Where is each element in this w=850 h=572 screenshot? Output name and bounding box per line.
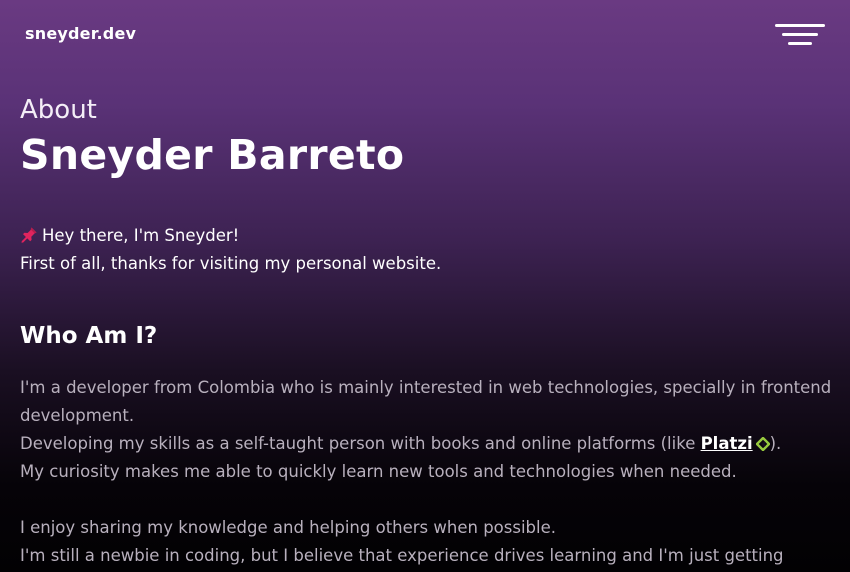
page-title: Sneyder Barreto	[20, 131, 405, 179]
platzi-sentence-prefix: Developing my skills as a self-taught pe…	[20, 434, 701, 453]
platzi-link[interactable]: Platzi	[701, 434, 753, 453]
site-logo-link[interactable]: sneyder.dev	[25, 24, 136, 43]
who-text-line-6: I'm still a newbie in coding, but I beli…	[20, 546, 784, 565]
intro-paragraph: Hey there, I'm Sneyder! First of all, th…	[20, 222, 830, 278]
platzi-icon	[755, 432, 770, 452]
who-am-i-body: I'm a developer from Colombia who is mai…	[20, 374, 832, 570]
who-am-i-heading: Who Am I?	[20, 323, 158, 349]
menu-line-bottom	[788, 42, 812, 45]
thanks-text: First of all, thanks for visiting my per…	[20, 254, 442, 273]
pushpin-icon	[20, 222, 38, 250]
who-text-line-5: I enjoy sharing my knowledge and helping…	[20, 518, 557, 537]
hamburger-menu-button[interactable]	[772, 20, 828, 50]
greeting-line: Hey there, I'm Sneyder!	[20, 222, 830, 250]
who-text-line-1: I'm a developer from Colombia who is mai…	[20, 378, 832, 397]
who-text-line-3: Developing my skills as a self-taught pe…	[20, 430, 830, 458]
top-navbar: sneyder.dev	[0, 0, 850, 72]
page-kicker: About	[20, 95, 97, 125]
menu-line-top	[775, 24, 825, 27]
who-text-line-4: My curiosity makes me able to quickly le…	[20, 462, 737, 481]
about-content: About Sneyder Barreto Hey there, I'm Sne…	[20, 92, 832, 570]
platzi-sentence-suffix: ).	[769, 434, 782, 453]
greeting-text: Hey there, I'm Sneyder!	[42, 226, 240, 245]
who-text-line-2: development.	[20, 406, 135, 425]
menu-line-middle	[782, 33, 818, 36]
